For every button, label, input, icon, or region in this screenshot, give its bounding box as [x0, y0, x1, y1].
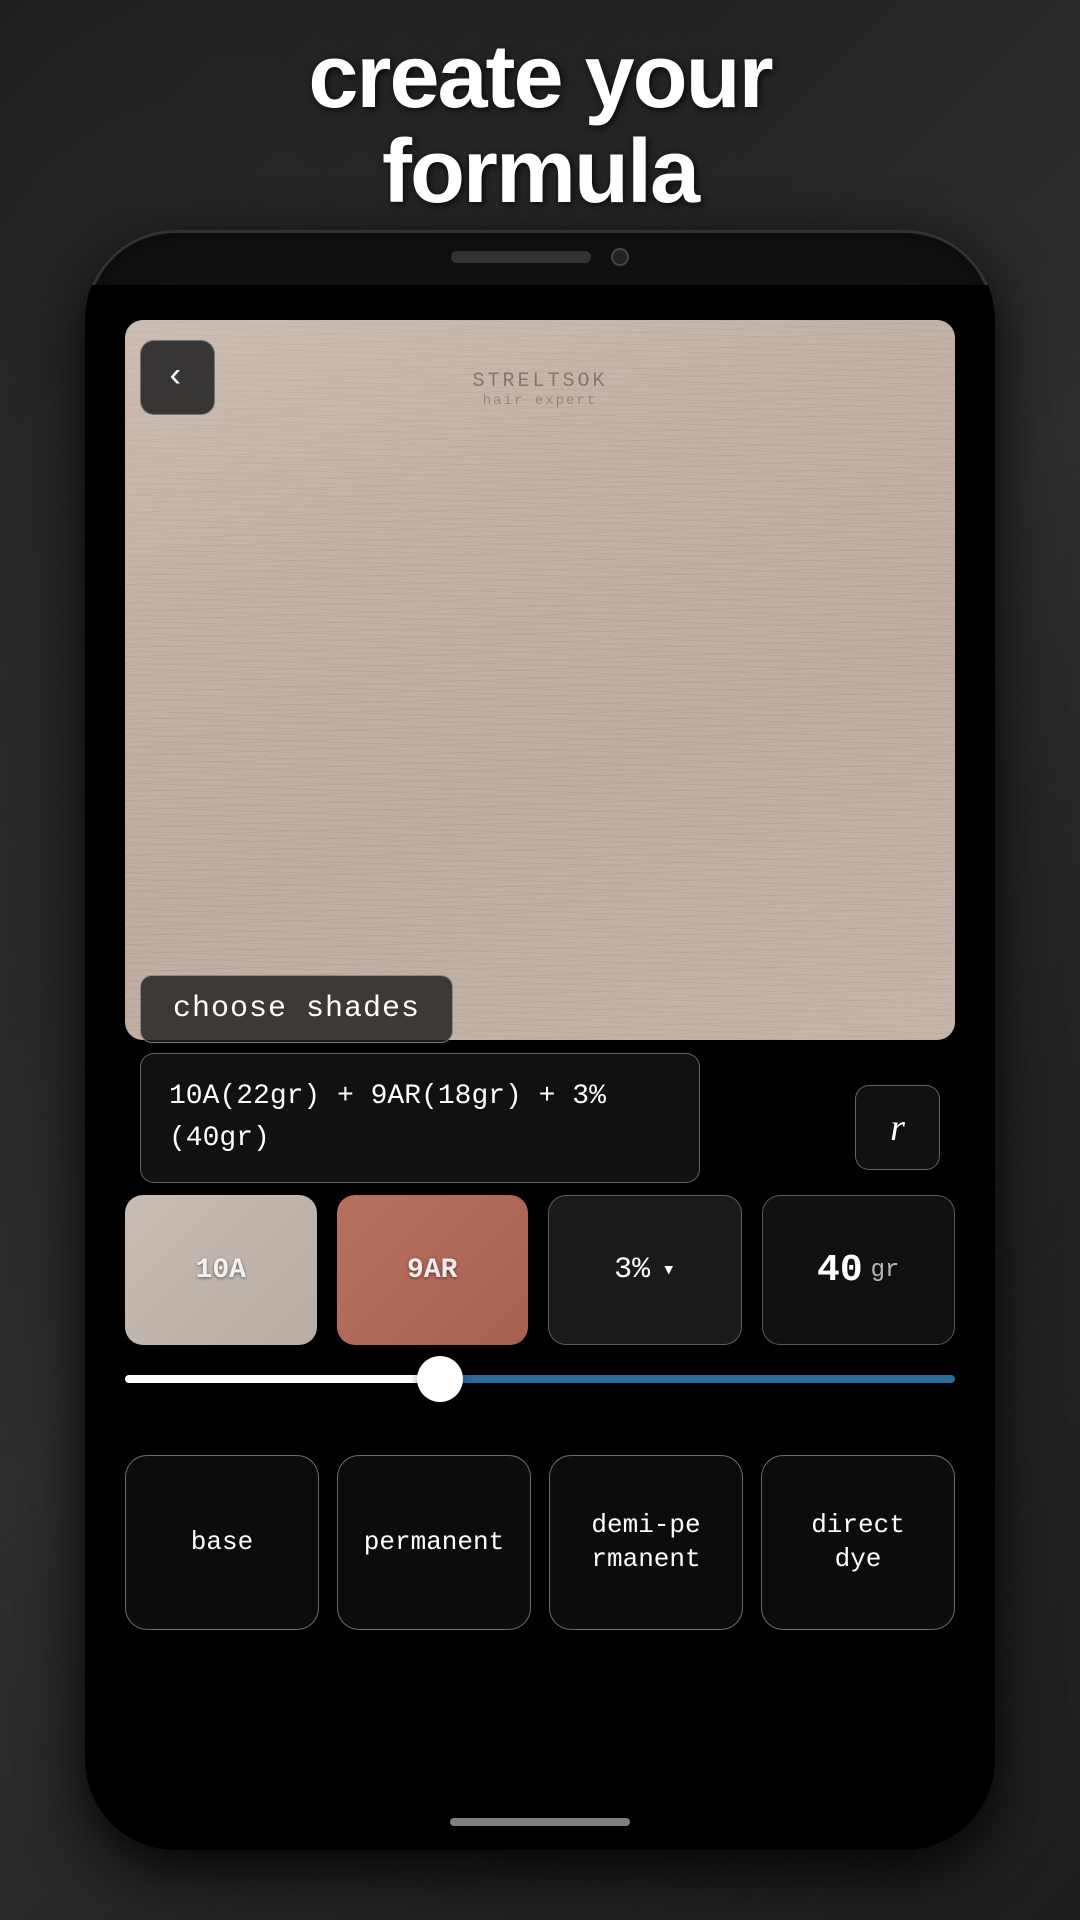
dropdown-arrow-icon: ▾: [662, 1257, 675, 1283]
title-line1: create your: [308, 27, 771, 127]
hair-color-overlay: [125, 320, 955, 1040]
phone-camera: [611, 248, 629, 266]
phone-notch: [451, 248, 629, 266]
bottom-buttons: base permanent demi-permanent directdye: [125, 1455, 955, 1630]
gr-box[interactable]: 40 gr: [762, 1195, 956, 1345]
slider-container[interactable]: [125, 1375, 955, 1383]
base-button[interactable]: base: [125, 1455, 319, 1630]
formula-box: 10A(22gr) + 9AR(18gr) + 3%(40gr): [140, 1053, 700, 1183]
home-indicator: [450, 1818, 630, 1826]
page-title: create your formula: [0, 30, 1080, 219]
r-button[interactable]: r: [855, 1085, 940, 1170]
gr-number: 40: [817, 1249, 863, 1292]
base-button-label: base: [191, 1526, 253, 1560]
shade-row: 10A 9AR 3% ▾ 40 gr: [125, 1195, 955, 1345]
gr-unit: gr: [871, 1257, 900, 1284]
demi-permanent-label: demi-permanent: [591, 1509, 700, 1577]
brand-watermark: streltsok hair expert: [472, 370, 607, 409]
hair-texture: [125, 320, 955, 1040]
phone-screen: streltsok hair expert ‹ choose shades 10…: [85, 285, 995, 1850]
slider-track: [125, 1375, 955, 1383]
choose-shades-label: choose shades: [173, 992, 420, 1026]
title-line2: formula: [382, 122, 698, 222]
percent-dropdown[interactable]: 3% ▾: [548, 1195, 742, 1345]
choose-shades-button[interactable]: choose shades: [140, 975, 453, 1043]
permanent-button-label: permanent: [364, 1526, 504, 1560]
brand-name: streltsok: [472, 370, 607, 393]
brand-subtitle: hair expert: [472, 393, 607, 409]
r-button-label: r: [890, 1106, 905, 1150]
phone-speaker: [451, 251, 591, 263]
percent-value: 3%: [614, 1253, 650, 1287]
hair-image: streltsok hair expert: [125, 320, 955, 1040]
phone-frame: streltsok hair expert ‹ choose shades 10…: [85, 230, 995, 1850]
shade-swatch-9ar[interactable]: 9AR: [337, 1195, 529, 1345]
shade-swatch-10a[interactable]: 10A: [125, 1195, 317, 1345]
formula-text: 10A(22gr) + 9AR(18gr) + 3%(40gr): [169, 1081, 606, 1154]
permanent-button[interactable]: permanent: [337, 1455, 531, 1630]
shade-10a-label: 10A: [196, 1255, 246, 1286]
demi-permanent-button[interactable]: demi-permanent: [549, 1455, 743, 1630]
back-chevron-icon: ‹: [165, 361, 185, 395]
direct-dye-label: directdye: [811, 1509, 905, 1577]
back-button[interactable]: ‹: [140, 340, 215, 415]
direct-dye-button[interactable]: directdye: [761, 1455, 955, 1630]
slider-thumb[interactable]: [417, 1356, 463, 1402]
shade-9ar-label: 9AR: [407, 1255, 457, 1286]
page-title-area: create your formula: [0, 30, 1080, 219]
